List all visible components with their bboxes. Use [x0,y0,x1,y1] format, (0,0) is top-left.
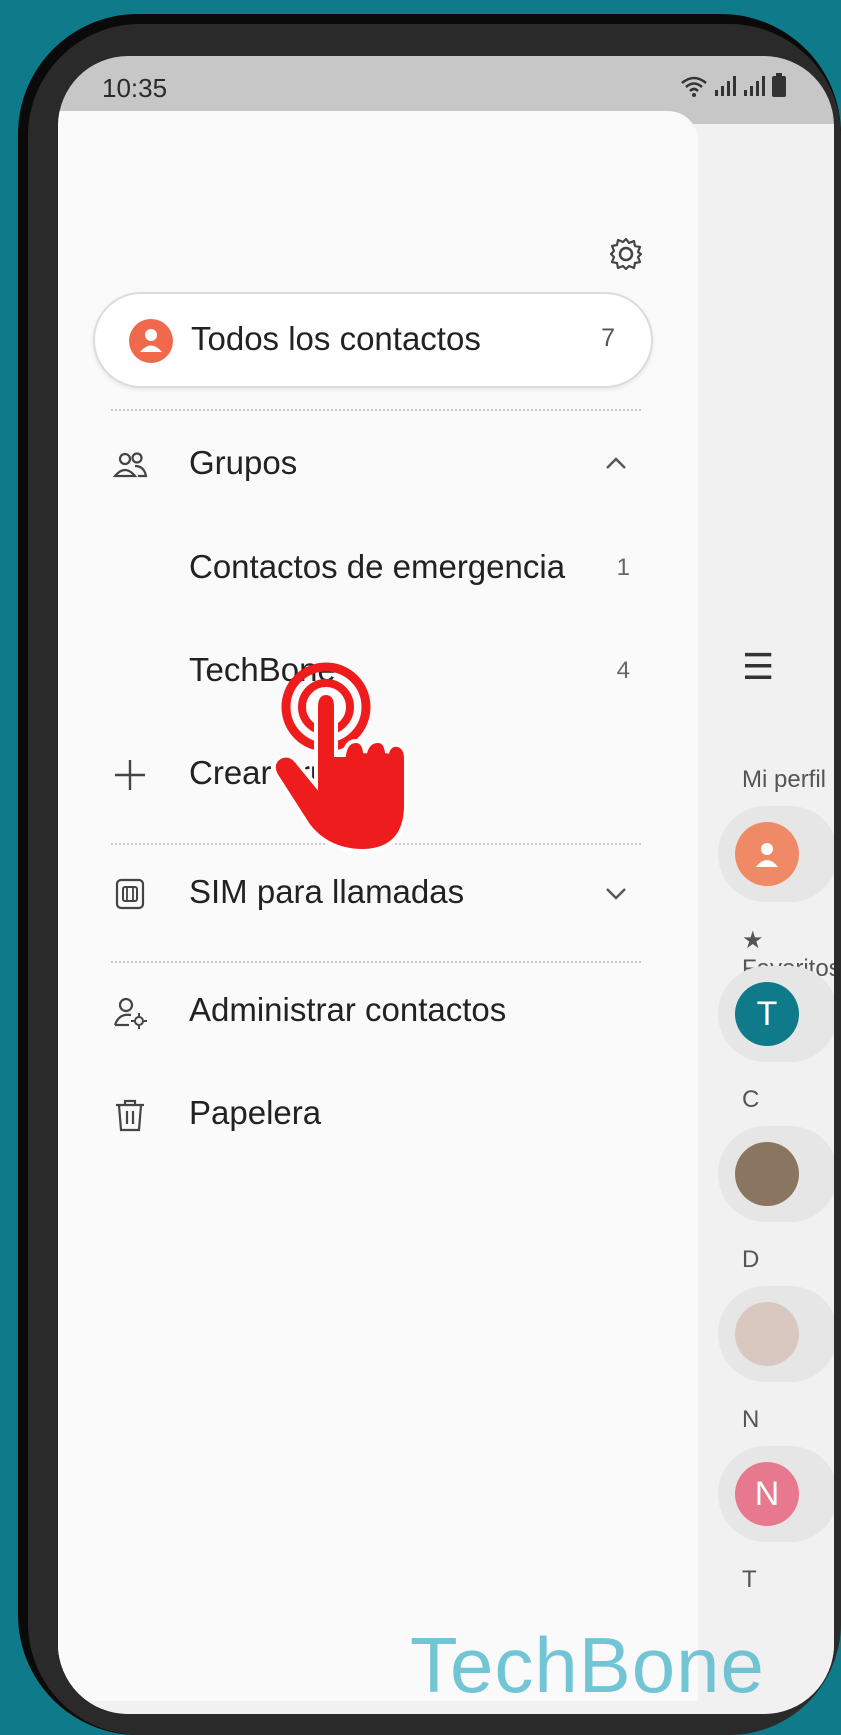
divider [111,961,641,963]
screen: 10:35 ☰ Mi perfil ★ Favoritos T C D N N … [58,56,834,1714]
plus-icon [115,760,145,790]
groups-icon [112,452,148,478]
signal-icon [743,76,765,96]
battery-icon [772,73,786,97]
trash-label: Papelera [189,1094,322,1131]
gear-icon[interactable] [608,236,644,272]
tap-hand-icon [271,662,408,854]
trash-row[interactable]: Papelera [58,1075,698,1155]
contact-photo-avatar [735,1302,799,1366]
divider [111,409,641,411]
watermark: TechBone [410,1621,765,1709]
contact-avatar: T [735,982,799,1046]
group-item-count: 4 [616,657,630,684]
section-header: D [742,1246,760,1273]
sim-calls-label: SIM para llamadas [189,873,465,910]
trash-icon [116,1099,144,1132]
status-time: 10:35 [102,73,168,103]
manage-contacts-label: Administrar contactos [189,991,507,1028]
navigation-drawer: Todos los contactos 7 Grupos Contactos d… [58,111,698,1701]
contact-photo-avatar [735,1142,799,1206]
groups-label: Grupos [189,444,298,481]
groups-header[interactable]: Grupos [58,425,698,505]
my-profile-label: Mi perfil [742,766,827,793]
person-icon [129,319,173,363]
section-header: N [742,1406,760,1433]
group-item-emergency[interactable]: Contactos de emergencia 1 [58,529,698,609]
manage-contacts-icon [113,997,147,1029]
all-contacts-count: 7 [601,324,615,352]
wifi-icon [680,76,707,97]
manage-contacts-row[interactable]: Administrar contactos [58,972,698,1052]
signal-icon [714,76,736,96]
chevron-down-icon[interactable] [602,879,630,907]
chevron-up-icon[interactable] [602,450,630,478]
all-contacts-label: Todos los contactos [191,320,481,357]
sim-card-icon [115,878,145,910]
status-icons [680,73,786,103]
section-header: T [742,1566,757,1593]
group-item-label: Contactos de emergencia [189,548,566,585]
group-item-count: 1 [616,554,630,581]
profile-avatar-icon [735,822,799,886]
section-header: C [742,1086,760,1113]
contact-avatar: N [735,1462,799,1526]
all-contacts-button[interactable]: Todos los contactos 7 [93,292,653,388]
sim-calls-row[interactable]: SIM para llamadas [58,854,698,934]
menu-icon[interactable]: ☰ [742,646,774,688]
